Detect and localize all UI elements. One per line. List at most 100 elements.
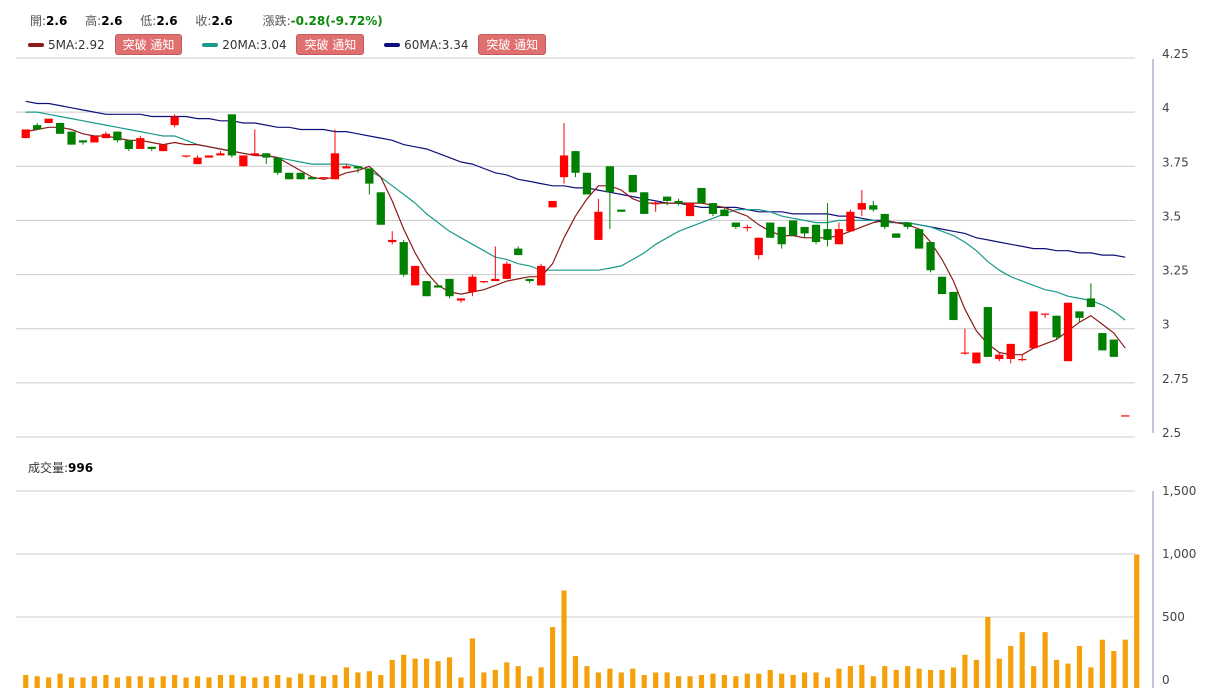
volume-bar bbox=[916, 668, 922, 688]
candle bbox=[937, 276, 947, 295]
price-tick-label: 4 bbox=[1162, 101, 1170, 115]
candle-body bbox=[21, 129, 30, 139]
candle-body bbox=[262, 153, 271, 158]
candle-body bbox=[491, 278, 500, 282]
stock-chart: 4.25 4 3.75 3.5 3.25 3 2.75 2.5 1,500 1,000 500 0 bbox=[16, 47, 1196, 688]
volume-bar bbox=[905, 666, 911, 688]
candle bbox=[788, 220, 798, 236]
volume-bar bbox=[286, 677, 292, 688]
candle bbox=[559, 122, 569, 184]
candle-body bbox=[113, 131, 122, 141]
volume-bar bbox=[504, 662, 510, 688]
candle bbox=[285, 172, 294, 180]
volume-bar bbox=[114, 677, 120, 688]
candle bbox=[960, 328, 970, 355]
candle bbox=[1040, 313, 1050, 318]
volume-bar bbox=[412, 658, 418, 688]
candle-body bbox=[55, 122, 65, 134]
candle-body bbox=[949, 291, 958, 321]
candle-body bbox=[811, 224, 821, 243]
volume-bar bbox=[870, 676, 876, 688]
volume-bar bbox=[389, 659, 395, 688]
candle-body bbox=[1109, 339, 1118, 357]
candle-body bbox=[181, 155, 191, 157]
candle-body bbox=[307, 177, 317, 180]
volume-bar bbox=[194, 676, 201, 688]
candle bbox=[388, 231, 397, 245]
candle bbox=[239, 155, 248, 167]
candle-body bbox=[468, 276, 477, 292]
candle-body bbox=[101, 133, 111, 139]
volume-bar bbox=[217, 674, 224, 688]
candle bbox=[800, 226, 809, 238]
volume-tick-label: 500 bbox=[1162, 610, 1185, 624]
volume-bar bbox=[252, 677, 258, 688]
volume-bar bbox=[137, 676, 143, 688]
volume-bar bbox=[80, 677, 86, 688]
volume-bar bbox=[1076, 645, 1083, 688]
candle-body bbox=[273, 157, 282, 173]
candle bbox=[307, 177, 317, 180]
candle-body bbox=[571, 151, 580, 173]
candle bbox=[685, 203, 695, 217]
candle bbox=[708, 203, 718, 217]
volume-bar bbox=[492, 669, 498, 688]
candle bbox=[1006, 343, 1015, 364]
volume-bar bbox=[378, 674, 384, 688]
volume-bar bbox=[309, 674, 315, 688]
candle bbox=[136, 135, 145, 149]
candle-body bbox=[674, 200, 683, 204]
candle bbox=[674, 198, 683, 206]
candle bbox=[101, 131, 111, 139]
candle bbox=[514, 246, 523, 256]
candle bbox=[846, 209, 855, 232]
candle-body bbox=[250, 153, 259, 156]
candle-body bbox=[559, 155, 569, 178]
candle bbox=[376, 192, 385, 225]
candle-body bbox=[617, 209, 626, 212]
candle bbox=[914, 229, 924, 249]
candle bbox=[273, 157, 282, 175]
volume-bar bbox=[756, 673, 762, 688]
volume-bar bbox=[320, 676, 327, 688]
candle bbox=[926, 242, 935, 273]
volume-bar bbox=[343, 667, 350, 688]
volume-bar bbox=[103, 674, 109, 688]
candle bbox=[525, 278, 534, 284]
price-tick-label: 3.75 bbox=[1162, 155, 1189, 169]
volume-bar bbox=[882, 666, 888, 688]
volume-y-axis: 1,500 1,000 500 0 bbox=[1152, 484, 1196, 688]
volume-bar bbox=[527, 676, 533, 688]
volume-bar bbox=[538, 667, 544, 688]
volume-bar bbox=[435, 661, 441, 688]
candle bbox=[33, 122, 42, 130]
candle bbox=[1109, 339, 1118, 357]
candle-body bbox=[846, 211, 855, 232]
price-tick-label: 2.5 bbox=[1162, 426, 1181, 440]
candle bbox=[811, 224, 821, 245]
volume-bar bbox=[1088, 667, 1094, 688]
candle bbox=[823, 203, 832, 247]
candle-body bbox=[1121, 415, 1130, 417]
candle bbox=[422, 281, 431, 297]
candle bbox=[193, 155, 202, 165]
price-tick-label: 2.75 bbox=[1162, 372, 1189, 386]
price-tick-label: 3.25 bbox=[1162, 264, 1189, 278]
volume-bar bbox=[836, 668, 842, 688]
volume-bars bbox=[23, 554, 1140, 688]
candle-body bbox=[823, 229, 832, 240]
candle bbox=[67, 131, 76, 145]
candle bbox=[44, 118, 53, 123]
volume-bar bbox=[664, 672, 670, 688]
volume-bar bbox=[366, 671, 372, 688]
candle-body bbox=[983, 307, 992, 357]
candle bbox=[399, 239, 408, 277]
candle bbox=[1098, 333, 1107, 351]
candle bbox=[433, 285, 443, 288]
candle-body bbox=[216, 153, 225, 156]
candle bbox=[1063, 302, 1073, 362]
candle-body bbox=[960, 352, 970, 354]
candle-body bbox=[880, 213, 889, 227]
candle-body bbox=[319, 177, 328, 179]
candle-body bbox=[159, 144, 168, 152]
